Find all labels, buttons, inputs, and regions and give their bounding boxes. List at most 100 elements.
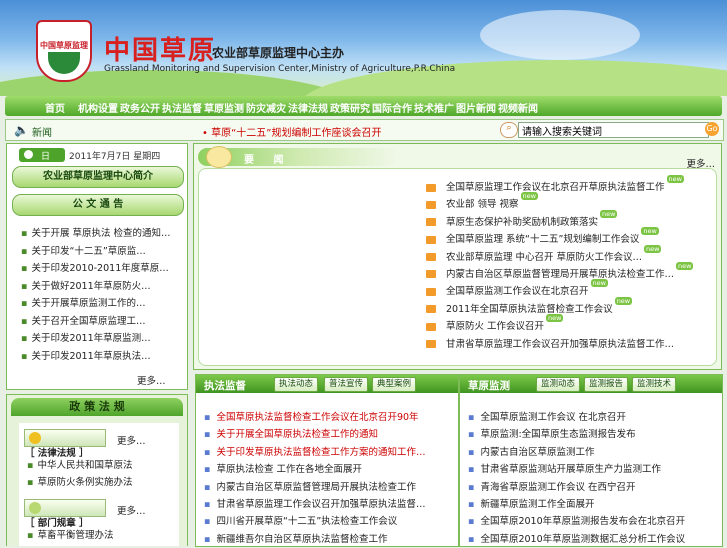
notice-list: 关于开展 草原执法 检查的通知… 关于印发“十二五”草原监… 关于印发2010-… (21, 225, 181, 365)
tab-monitor-reports[interactable]: 监测报告 (584, 377, 629, 392)
law-news-item[interactable]: 全国草原执法监督检查工作会议在北京召开90年 (204, 409, 425, 426)
search-go-button[interactable]: Go (705, 122, 719, 136)
new-badge: new (614, 296, 633, 305)
main-nav: 首页 机构设置 政务公开 执法监督 草原监测 防灾减灾 法律法规 政策研究 国际… (5, 96, 722, 116)
new-badge: new (546, 314, 564, 323)
current-date: 2011年7月7日 星期四 (69, 152, 161, 162)
nav-item[interactable]: 国际合作 (372, 100, 412, 115)
news-item-text: 农业部草原监理 中心召开 草原防火工作会议… (446, 251, 643, 263)
nav-item[interactable]: 政策研究 (330, 100, 370, 115)
law-tab[interactable]: ［ 法律法规 ］ (24, 429, 106, 459)
tab-law-promotion[interactable]: 普法宣传 (324, 377, 369, 392)
nav-item[interactable]: 政务公开 (120, 100, 160, 115)
grassland-monitoring-section: 草原监测 监测动态 监测报告 监测技术 全国草原监测工作会议 在北京召开 草原监… (459, 374, 723, 547)
nav-item[interactable]: 技术推广 (414, 100, 454, 115)
rule-item[interactable]: 草畜平衡管理办法 (27, 527, 113, 544)
news-ticker-bar: 🔈 新闻 • 草原“十二五”规划编制工作座谈会召开 ⌕ Go (5, 119, 724, 141)
law-news-item[interactable]: 内蒙古自治区草原监督管理局开展执法检查工作 (204, 479, 425, 496)
rule-tab[interactable]: ［ 部门规章 ］ (24, 499, 106, 529)
monitor-news-item[interactable]: 内蒙古自治区草原监测工作 (468, 444, 685, 461)
law-news-item[interactable]: 草原执法检查 工作在各地全面展开 (204, 461, 425, 478)
center-intro-button[interactable]: 农业部草原监理中心简介 (12, 166, 184, 188)
news-item[interactable]: 内蒙古自治区草原监督管理局开展草原执法检查工作…new (426, 261, 694, 283)
news-item[interactable]: 草原防火 工作会议召开new (426, 314, 693, 335)
news-photo[interactable] (205, 174, 415, 357)
monitor-news-item[interactable]: 全国草原2010年草原监测报告发布会在北京召开 (468, 513, 685, 530)
news-item-text: 2011年全国草原执法监督检查工作会议 (446, 303, 613, 315)
site-logo[interactable]: 中国草原监理 (36, 20, 92, 82)
law-news-item[interactable]: 关于印发草原执法监督检查工作方案的通知工作… (204, 444, 425, 461)
nav-item[interactable]: 机构设置 (78, 100, 118, 115)
bullet-icon (426, 322, 436, 331)
bullet-icon (426, 287, 436, 296)
site-english-name: Grassland Monitoring and Supervision Cen… (104, 64, 456, 74)
tab-monitor-news[interactable]: 监测动态 (536, 377, 581, 392)
news-header: 要 闻 更多… (198, 146, 717, 170)
law-icon (29, 431, 41, 444)
section-header: 草原监测 监测动态 监测报告 监测技术 (460, 375, 722, 393)
nav-item[interactable]: 视频新闻 (498, 100, 538, 115)
monitor-news-item[interactable]: 草原监测:全国草原生态监测报告发布 (468, 426, 685, 443)
news-item-text: 全国草原监测工作会议在北京召开 (446, 286, 589, 298)
nav-item[interactable]: 防灾减灾 (246, 100, 286, 115)
news-item[interactable]: 全国草原监理工作会议在北京召开草原执法监督工作new (426, 175, 693, 196)
news-item-text: 草原生态保护补助奖励机制政策落实 (446, 216, 599, 228)
section-title: 执法监督 (204, 380, 246, 392)
news-item[interactable]: 农业部草原监理 中心召开 草原防火工作会议…new (426, 244, 693, 266)
notices-more-link[interactable]: 更多… (137, 373, 166, 387)
law-news-item[interactable]: 新疆维吾尔自治区草原执法监督检查工作 (204, 531, 425, 548)
nav-item[interactable]: 草原监测 (204, 100, 244, 115)
nav-item[interactable]: 执法监督 (162, 100, 202, 115)
tab-typical-cases[interactable]: 典型案例 (372, 377, 417, 392)
notice-item[interactable]: 关于印发“十二五”草原监… (21, 243, 181, 261)
headline-news-panel: 要 闻 更多… 全国草原监理工作会议在北京召开草原执法监督工作new 农业部 领… (193, 143, 722, 370)
monitor-news-item[interactable]: 青海省草原监测工作会议 在西宁召开 (468, 479, 685, 496)
bullet-icon (426, 305, 436, 314)
monitor-news-item[interactable]: 全国草原2010年草原监测数据汇总分析工作会议 (468, 531, 685, 548)
news-item[interactable]: 全国草原监测工作会议在北京召开new (426, 279, 693, 300)
rule-list: 草畜平衡管理办法 (27, 527, 113, 544)
notice-item[interactable]: 关于开展 草原执法 检查的通知… (21, 225, 181, 243)
tab-law-news[interactable]: 执法动态 (274, 377, 319, 392)
law-news-list: 全国草原执法监督检查工作会议在北京召开90年 关于开展全国草原执法检查工作的通知… (204, 409, 425, 548)
cloud-decoration (480, 10, 640, 60)
policy-title: 政 策 法 规 (11, 398, 183, 416)
news-list: 全国草原监理工作会议在北京召开草原执法监督工作new 农业部 领导 视察new … (426, 175, 694, 353)
law-item[interactable]: 草原防火条例实施办法 (27, 474, 132, 491)
laws-more-link[interactable]: 更多… (117, 433, 146, 447)
bullet-icon (426, 253, 436, 262)
nav-item[interactable]: 图片新闻 (456, 100, 496, 115)
monitor-news-item[interactable]: 新疆草原监测工作全面展开 (468, 496, 685, 513)
nav-item[interactable]: 法律法规 (288, 100, 328, 115)
news-item-text: 甘肃省草原监理工作会议召开加强草原执法监督工作… (446, 338, 675, 350)
rules-more-link[interactable]: 更多… (117, 503, 146, 517)
notice-item[interactable]: 关于印发2011年草原执法… (21, 348, 181, 366)
speaker-icon: 🔈 (14, 123, 29, 137)
new-badge: new (666, 175, 684, 183)
tab-monitor-tech[interactable]: 监测技术 (632, 377, 677, 392)
notice-item[interactable]: 关于印发2011年草原监测… (21, 330, 181, 348)
site-subtitle: 农业部草原监理中心主办 (212, 46, 345, 60)
date-tab-label: 日 (41, 152, 51, 162)
law-item[interactable]: 中华人民共和国草原法 (27, 457, 132, 474)
ticker-headline[interactable]: • 草原“十二五”规划编制工作座谈会召开 (202, 124, 381, 139)
news-emblem-icon (206, 146, 232, 168)
section-title: 草原监测 (468, 380, 510, 392)
notice-item[interactable]: 关于开展草原监测工作的… (21, 295, 181, 313)
law-news-item[interactable]: 四川省开展草原“十二五”执法检查工作会议 (204, 513, 425, 530)
notice-item[interactable]: 关于做好2011年草原防火… (21, 278, 181, 296)
notices-button[interactable]: 公 文 通 告 (12, 194, 184, 216)
news-item[interactable]: 甘肃省草原监理工作会议召开加强草原执法监督工作… (426, 336, 693, 353)
notice-item[interactable]: 关于召开全国草原监理工… (21, 313, 181, 331)
nav-item[interactable]: 首页 (45, 100, 65, 115)
monitor-news-item[interactable]: 全国草原监测工作会议 在北京召开 (468, 409, 685, 426)
news-item-text: 全国草原监理工作会议在北京召开草原执法监督工作 (446, 182, 665, 193)
notice-item[interactable]: 关于印发2010-2011年度草原… (21, 260, 181, 278)
law-enforcement-section: 执法监督 执法动态 普法宣传 典型案例 全国草原执法监督检查工作会议在北京召开9… (195, 374, 459, 547)
law-news-item[interactable]: 甘肃省草原监理工作会议召开加强草原执法监督… (204, 496, 425, 513)
search-input[interactable] (518, 122, 709, 138)
news-item[interactable]: 农业部 领导 视察new (426, 192, 693, 213)
policy-content: ［ 法律法规 ］ 更多… 中华人民共和国草原法 草原防火条例实施办法 ［ 部门规… (19, 423, 179, 546)
law-news-item[interactable]: 关于开展全国草原执法检查工作的通知 (204, 426, 425, 443)
monitor-news-item[interactable]: 甘肃省草原监测站开展草原生产力监测工作 (468, 461, 685, 478)
